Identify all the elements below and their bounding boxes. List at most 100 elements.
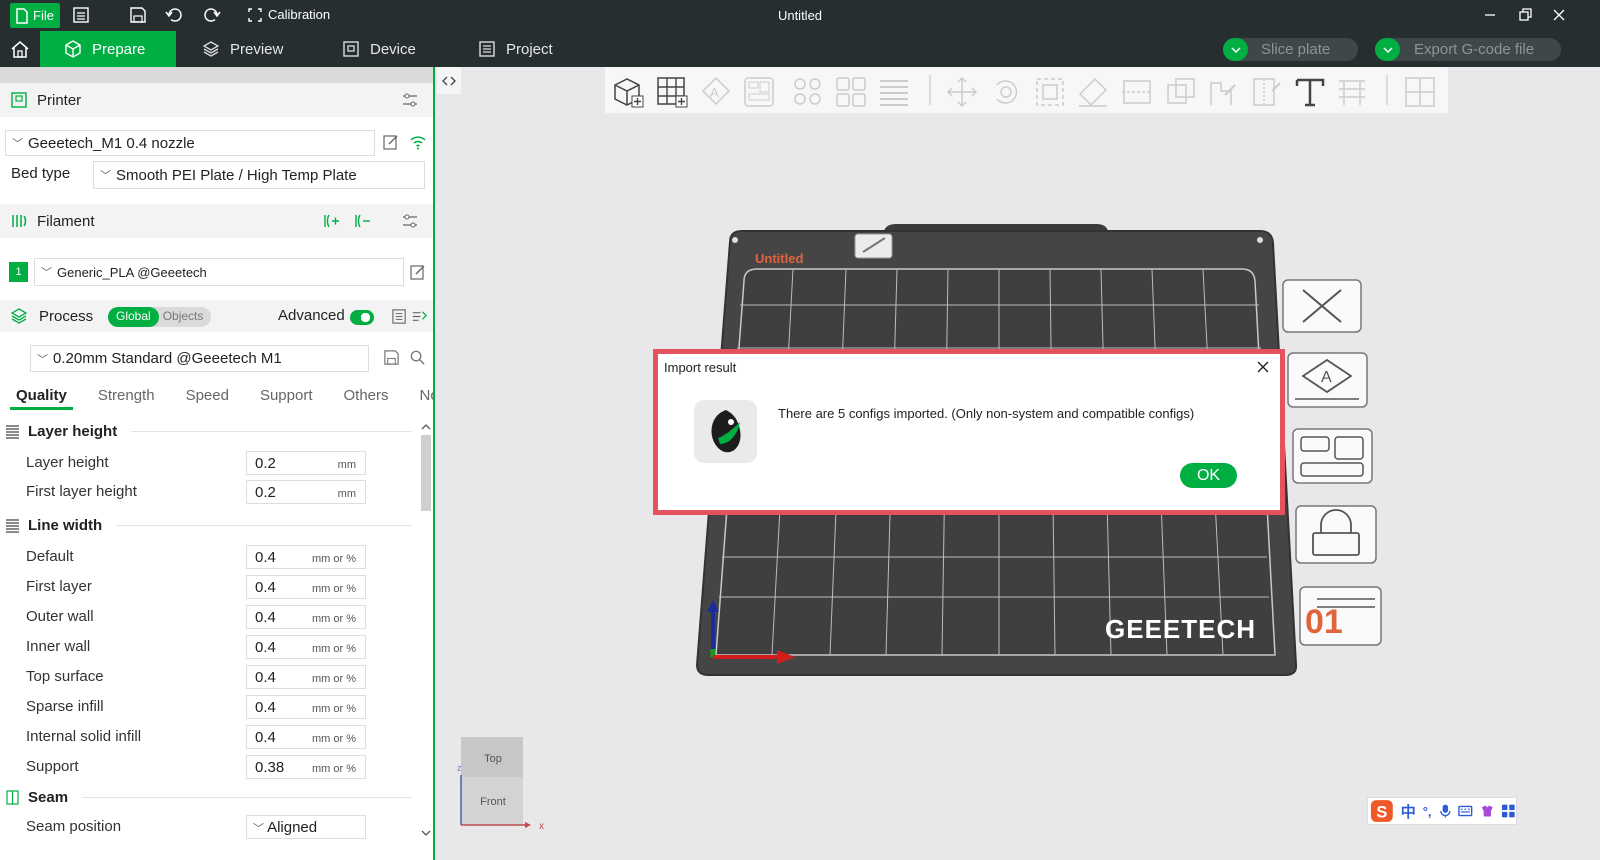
add-filament-icon[interactable] xyxy=(322,212,340,230)
bed-type-select[interactable]: ﹀ Smooth PEI Plate / High Temp Plate xyxy=(93,161,425,189)
setting-unit: mm or % xyxy=(312,553,356,565)
global-objects-toggle[interactable]: Global Objects xyxy=(108,307,211,327)
tab-notes[interactable]: Notes xyxy=(414,387,433,410)
ime-chinese-mode[interactable]: 中 xyxy=(1401,801,1416,822)
setting-value: 0.4 xyxy=(255,549,276,566)
arrange-plate-icon[interactable] xyxy=(1292,428,1373,484)
setting-input[interactable]: 0.4 mm or % xyxy=(246,635,366,659)
home-icon[interactable] xyxy=(10,40,30,58)
search-icon[interactable] xyxy=(409,349,426,366)
filament-slot-badge[interactable]: 1 xyxy=(9,262,28,282)
slice-plate-button[interactable]: Slice plate xyxy=(1223,38,1358,61)
filament-title: Filament xyxy=(37,212,95,230)
skin-icon[interactable] xyxy=(1480,803,1495,819)
chevron-down-icon: ﹀ xyxy=(12,138,23,150)
setting-unit: mm or % xyxy=(312,583,356,595)
view-navigation-cube[interactable]: Top Front z x xyxy=(453,737,553,833)
toggle-global[interactable]: Global xyxy=(108,307,159,327)
svg-text:A: A xyxy=(1321,369,1332,386)
slice-dropdown[interactable] xyxy=(1223,38,1248,61)
edit-filament-icon[interactable] xyxy=(409,263,427,281)
printer-settings-icon[interactable] xyxy=(401,91,419,109)
setting-input[interactable]: 0.4 mm or % xyxy=(246,545,366,569)
ok-button[interactable]: OK xyxy=(1180,463,1237,488)
orient-plate-icon[interactable]: A xyxy=(1287,352,1368,408)
printer-section-header: Printer xyxy=(0,83,433,117)
setting-label: Sparse infill xyxy=(26,698,104,715)
advanced-switch[interactable] xyxy=(350,310,374,325)
setting-input[interactable]: 0.38 mm or % xyxy=(246,755,366,779)
wifi-icon[interactable] xyxy=(409,133,427,151)
filament-select[interactable]: ﹀ Generic_PLA @Geeetech xyxy=(34,258,404,286)
keyboard-icon[interactable] xyxy=(1458,804,1473,818)
restore-icon[interactable] xyxy=(1516,6,1534,24)
z-axis-label: z xyxy=(457,763,462,773)
setting-input[interactable]: 0.4 mm or % xyxy=(246,605,366,629)
setting-row: Sparse infill 0.4 mm or % xyxy=(26,695,366,719)
sogou-logo-icon[interactable]: S xyxy=(1370,798,1394,824)
toolbox-grid-icon[interactable] xyxy=(1501,803,1516,819)
filament-settings-icon[interactable] xyxy=(401,212,419,230)
tab-device[interactable]: Device xyxy=(342,31,416,67)
setting-input[interactable]: 0.2 mm xyxy=(246,480,366,504)
chevron-down-icon: ﹀ xyxy=(41,267,52,279)
tab-quality[interactable]: Quality xyxy=(10,387,73,410)
export-dropdown[interactable] xyxy=(1375,38,1400,61)
process-list-icon[interactable] xyxy=(391,308,408,325)
undo-icon[interactable] xyxy=(165,6,183,24)
save-icon[interactable] xyxy=(129,6,147,24)
calibration-menu[interactable]: Calibration xyxy=(248,7,330,22)
compare-presets-icon[interactable] xyxy=(411,308,428,325)
edit-printer-icon[interactable] xyxy=(382,133,400,151)
plate-name-label: Untitled xyxy=(755,251,803,266)
setting-input[interactable]: 0.4 mm or % xyxy=(246,725,366,749)
setting-input[interactable]: 0.4 mm or % xyxy=(246,665,366,689)
save-preset-icon[interactable] xyxy=(383,349,400,366)
microphone-icon[interactable] xyxy=(1439,803,1452,819)
chevron-down-icon xyxy=(1382,46,1393,53)
menu-icon[interactable] xyxy=(72,6,90,24)
edit-plate-name-icon[interactable] xyxy=(854,233,893,259)
delete-plate-icon[interactable] xyxy=(1282,279,1362,333)
redo-icon[interactable] xyxy=(203,6,221,24)
settings-scrollbar[interactable] xyxy=(419,421,433,860)
tab-others[interactable]: Others xyxy=(338,387,395,410)
slice-label: Slice plate xyxy=(1261,41,1331,58)
file-menu-button[interactable]: File xyxy=(10,3,60,28)
setting-input[interactable]: 0.2 mm xyxy=(246,451,366,475)
plate-settings-icon[interactable]: 01 xyxy=(1299,586,1382,646)
setting-unit: mm or % xyxy=(312,703,356,715)
toggle-objects[interactable]: Objects xyxy=(159,307,208,327)
setting-input[interactable]: 0.4 mm or % xyxy=(246,575,366,599)
line-width-icon xyxy=(6,519,19,533)
seam-icon xyxy=(6,790,19,805)
printer-name: Geeetech_M1 0.4 nozzle xyxy=(28,134,195,152)
setting-unit: mm or % xyxy=(312,673,356,685)
ime-punctuation[interactable]: °, xyxy=(1423,804,1432,819)
setting-label: First layer height xyxy=(26,483,137,500)
tab-project[interactable]: Project xyxy=(478,31,553,67)
seam-position-select[interactable]: ﹀ Aligned xyxy=(246,815,366,839)
export-gcode-button[interactable]: Export G-code file xyxy=(1375,38,1561,61)
tab-strength[interactable]: Strength xyxy=(92,387,161,410)
process-preset-select[interactable]: ﹀ 0.20mm Standard @Geeetech M1 xyxy=(30,345,369,372)
app-logo-icon xyxy=(694,400,757,463)
tab-label: Preview xyxy=(230,40,284,58)
tab-support[interactable]: Support xyxy=(254,387,319,410)
tab-preview[interactable]: Preview xyxy=(202,31,283,67)
minimize-icon[interactable] xyxy=(1481,6,1499,24)
lock-plate-icon[interactable] xyxy=(1295,505,1377,564)
setting-input[interactable]: 0.4 mm or % xyxy=(246,695,366,719)
tab-speed[interactable]: Speed xyxy=(180,387,235,410)
calibration-icon xyxy=(248,7,262,22)
setting-row: Inner wall 0.4 mm or % xyxy=(26,635,366,659)
close-window-icon[interactable] xyxy=(1550,6,1568,24)
setting-value: 0.4 xyxy=(255,699,276,716)
remove-filament-icon[interactable] xyxy=(353,212,371,230)
import-result-dialog: Import result There are 5 configs import… xyxy=(654,350,1284,514)
dialog-title: Import result xyxy=(664,360,737,375)
close-icon[interactable] xyxy=(1256,360,1270,374)
printer-select[interactable]: ﹀ Geeetech_M1 0.4 nozzle xyxy=(5,130,375,156)
tab-prepare[interactable]: Prepare xyxy=(40,31,176,67)
process-preset: 0.20mm Standard @Geeetech M1 xyxy=(53,350,282,367)
